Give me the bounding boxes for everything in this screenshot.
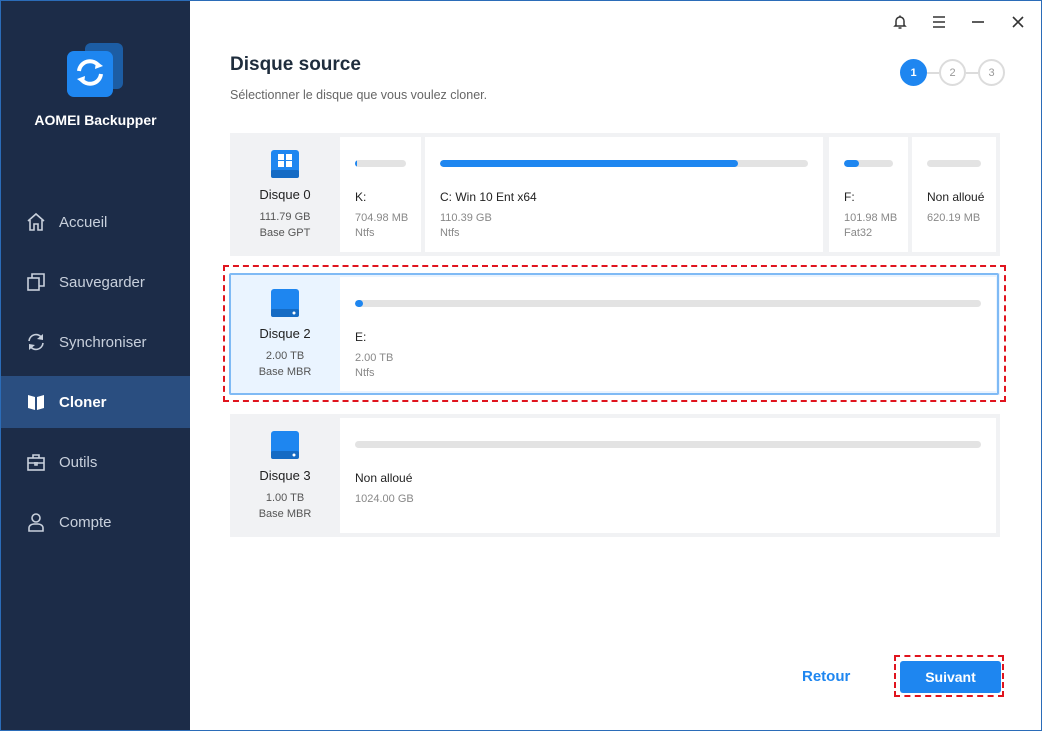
disk-type: Base GPT — [259, 226, 311, 239]
partition-unallocated[interactable]: Non alloué 1024.00 GB — [340, 418, 996, 533]
disk-info: Disque 0 111.79 GB Base GPT — [230, 133, 340, 256]
disk-row-0[interactable]: Disque 0 111.79 GB Base GPT K: 704.98 MB… — [230, 133, 1000, 256]
step-connector — [966, 71, 978, 74]
partition-name: K: — [355, 190, 367, 204]
partition-name: Non alloué — [355, 471, 413, 485]
sidebar: AOMEI Backupper Accueil Sauvegarder Sync… — [1, 1, 190, 730]
selection-border — [229, 273, 999, 395]
nav-label: Sauvegarder — [59, 273, 145, 291]
usage-bar-fill — [355, 160, 357, 167]
disk-type: Base MBR — [258, 507, 312, 520]
minimize-icon[interactable] — [967, 11, 989, 33]
partition-size: 704.98 MB — [355, 212, 409, 224]
next-button[interactable]: Suivant — [900, 661, 1001, 693]
nav-item-cloner[interactable]: Cloner — [1, 376, 190, 428]
main-panel: Disque source Sélectionner le disque que… — [190, 1, 1041, 730]
nav-item-accueil[interactable]: Accueil — [1, 196, 190, 248]
partition-c[interactable]: C: Win 10 Ent x64 110.39 GB Ntfs — [425, 137, 823, 252]
disk-size: 1.00 TB — [265, 491, 305, 504]
app-window: AOMEI Backupper Accueil Sauvegarder Sync… — [0, 0, 1042, 731]
partition-f[interactable]: F: 101.98 MB Fat32 — [829, 137, 908, 252]
disk-row-3[interactable]: Disque 3 1.00 TB Base MBR Non alloué 102… — [230, 414, 1000, 537]
usage-bar-fill — [844, 160, 859, 167]
home-icon — [25, 211, 47, 233]
page-subtitle: Sélectionner le disque que vous voulez c… — [230, 88, 488, 102]
clone-icon — [25, 391, 47, 413]
disk-icon — [271, 430, 299, 459]
tools-icon — [25, 451, 47, 473]
nav-item-compte[interactable]: Compte — [1, 496, 190, 548]
partition-fs: Ntfs — [440, 227, 460, 239]
partition-size: 620.19 MB — [927, 212, 981, 224]
menu-icon[interactable] — [928, 11, 950, 33]
step-3: 3 — [978, 59, 1005, 86]
partition-size: 101.98 MB — [844, 212, 898, 224]
backup-icon — [25, 271, 47, 293]
nav-item-synchroniser[interactable]: Synchroniser — [1, 316, 190, 368]
step-connector — [927, 71, 939, 74]
partition-size: 110.39 GB — [440, 212, 492, 224]
account-icon — [25, 511, 47, 533]
disk-info: Disque 3 1.00 TB Base MBR — [230, 414, 340, 537]
page-title: Disque source — [230, 54, 361, 75]
usage-bar — [355, 160, 406, 167]
usage-bar — [844, 160, 893, 167]
sync-icon — [25, 331, 47, 353]
bell-icon[interactable] — [889, 11, 911, 33]
nav-label: Synchroniser — [59, 333, 147, 351]
disk-name: Disque 0 — [259, 186, 311, 202]
nav-label: Cloner — [59, 393, 107, 411]
step-1: 1 — [900, 59, 927, 86]
close-icon[interactable] — [1007, 11, 1029, 33]
nav-label: Compte — [59, 513, 112, 531]
partition-name: C: Win 10 Ent x64 — [440, 190, 537, 204]
usage-bar-fill — [440, 160, 739, 167]
disk-size: 111.79 GB — [259, 210, 311, 223]
usage-bar — [440, 160, 808, 167]
partition-k[interactable]: K: 704.98 MB Ntfs — [340, 137, 421, 252]
partition-fs: Fat32 — [844, 227, 873, 239]
app-name: AOMEI Backupper — [34, 112, 157, 128]
nav-item-sauvegarder[interactable]: Sauvegarder — [1, 256, 190, 308]
partition-fs: Ntfs — [355, 227, 375, 239]
partition-size: 1024.00 GB — [355, 493, 414, 505]
disk-name: Disque 3 — [259, 467, 311, 483]
back-button[interactable]: Retour — [802, 668, 850, 685]
nav-label: Accueil — [59, 213, 108, 231]
usage-bar — [927, 160, 981, 167]
step-2: 2 — [939, 59, 966, 86]
nav-item-outils[interactable]: Outils — [1, 436, 190, 488]
usage-bar — [355, 441, 981, 448]
partition-name: Non alloué — [927, 190, 985, 204]
nav-label: Outils — [59, 453, 98, 471]
partition-name: F: — [844, 190, 855, 204]
step-indicator: 1 2 3 — [900, 59, 1005, 86]
partition-unallocated[interactable]: Non alloué 620.19 MB — [912, 137, 996, 252]
windows-disk-icon — [271, 149, 299, 178]
app-logo-icon — [65, 41, 125, 101]
